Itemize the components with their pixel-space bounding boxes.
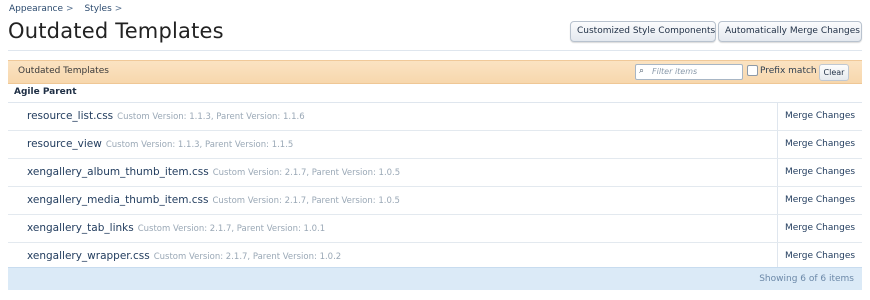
template-name: xengallery_wrapper.css [27,250,150,262]
merge-changes-button[interactable]: Merge Changes [777,103,862,130]
version-info: Custom Version: 1.1.3, Parent Version: 1… [117,112,305,122]
breadcrumb-label: Appearance [9,4,64,14]
template-name: resource_view [27,138,102,150]
breadcrumb-item-styles[interactable]: Styles > [84,4,122,14]
version-info: Custom Version: 1.1.3, Parent Version: 1… [105,140,294,150]
prefix-match-checkbox[interactable] [747,65,758,76]
template-list: resource_list.css Custom Version: 1.1.3, … [8,103,862,271]
template-link[interactable]: resource_list.css Custom Version: 1.1.3, … [27,110,305,122]
breadcrumb-separator: > [114,4,123,14]
template-name: xengallery_album_thumb_item.css [27,166,209,178]
filter-bar: Outdated Templates ⌕ Filter items Prefix… [8,60,862,84]
merge-changes-button[interactable]: Merge Changes [777,159,862,186]
breadcrumb: Appearance > Styles > [9,4,130,14]
group-name: Agile Parent [14,87,77,97]
page-title: Outdated Templates [8,19,224,43]
template-name: resource_list.css [27,110,114,122]
automatically-merge-changes-button[interactable]: Automatically Merge Changes [718,21,862,42]
template-link[interactable]: xengallery_tab_links Custom Version: 2.1.… [27,222,325,234]
version-info: Custom Version: 2.1.7, Parent Version: 1… [153,252,342,262]
template-name: xengallery_tab_links [27,222,134,234]
list-footer: Showing 6 of 6 items [8,267,862,290]
template-link[interactable]: resource_view Custom Version: 1.1.3, Pare… [27,138,293,150]
list-item: xengallery_tab_links Custom Version: 2.1.… [8,215,862,243]
version-info: Custom Version: 2.1.7, Parent Version: 1… [212,168,401,178]
breadcrumb-separator: > [66,4,74,14]
list-item: xengallery_media_thumb_item.css Custom Ve… [8,187,862,215]
list-item: resource_list.css Custom Version: 1.1.3, … [8,103,862,131]
merge-changes-button[interactable]: Merge Changes [777,187,862,214]
template-name: xengallery_media_thumb_item.css [27,194,209,206]
filter-placeholder: Filter items [652,67,698,76]
version-info: Custom Version: 2.1.7, Parent Version: 1… [137,224,326,234]
version-info: Custom Version: 2.1.7, Parent Version: 1… [212,196,400,206]
merge-changes-button[interactable]: Merge Changes [777,131,862,158]
customized-style-components-button[interactable]: Customized Style Components [570,21,716,42]
merge-changes-button[interactable]: Merge Changes [777,215,862,242]
breadcrumb-item-appearance[interactable]: Appearance > [9,4,74,14]
section-title: Outdated Templates [18,66,109,76]
template-link[interactable]: xengallery_wrapper.css Custom Version: 2.… [27,250,341,262]
template-link[interactable]: xengallery_media_thumb_item.css Custom Ve… [27,194,400,206]
item-count-status: Showing 6 of 6 items [759,274,854,284]
title-divider [8,50,862,51]
template-link[interactable]: xengallery_album_thumb_item.css Custom Ve… [27,166,400,178]
search-icon: ⌕ [639,66,645,76]
filter-input[interactable]: ⌕ Filter items [635,64,743,80]
group-header: Agile Parent [8,84,862,103]
list-item: xengallery_album_thumb_item.css Custom Ve… [8,159,862,187]
list-item: resource_view Custom Version: 1.1.3, Pare… [8,131,862,159]
breadcrumb-label: Styles [84,4,112,14]
merge-changes-button[interactable]: Merge Changes [777,243,862,270]
prefix-match-label: Prefix match [760,66,817,76]
clear-button[interactable]: Clear [819,64,849,81]
